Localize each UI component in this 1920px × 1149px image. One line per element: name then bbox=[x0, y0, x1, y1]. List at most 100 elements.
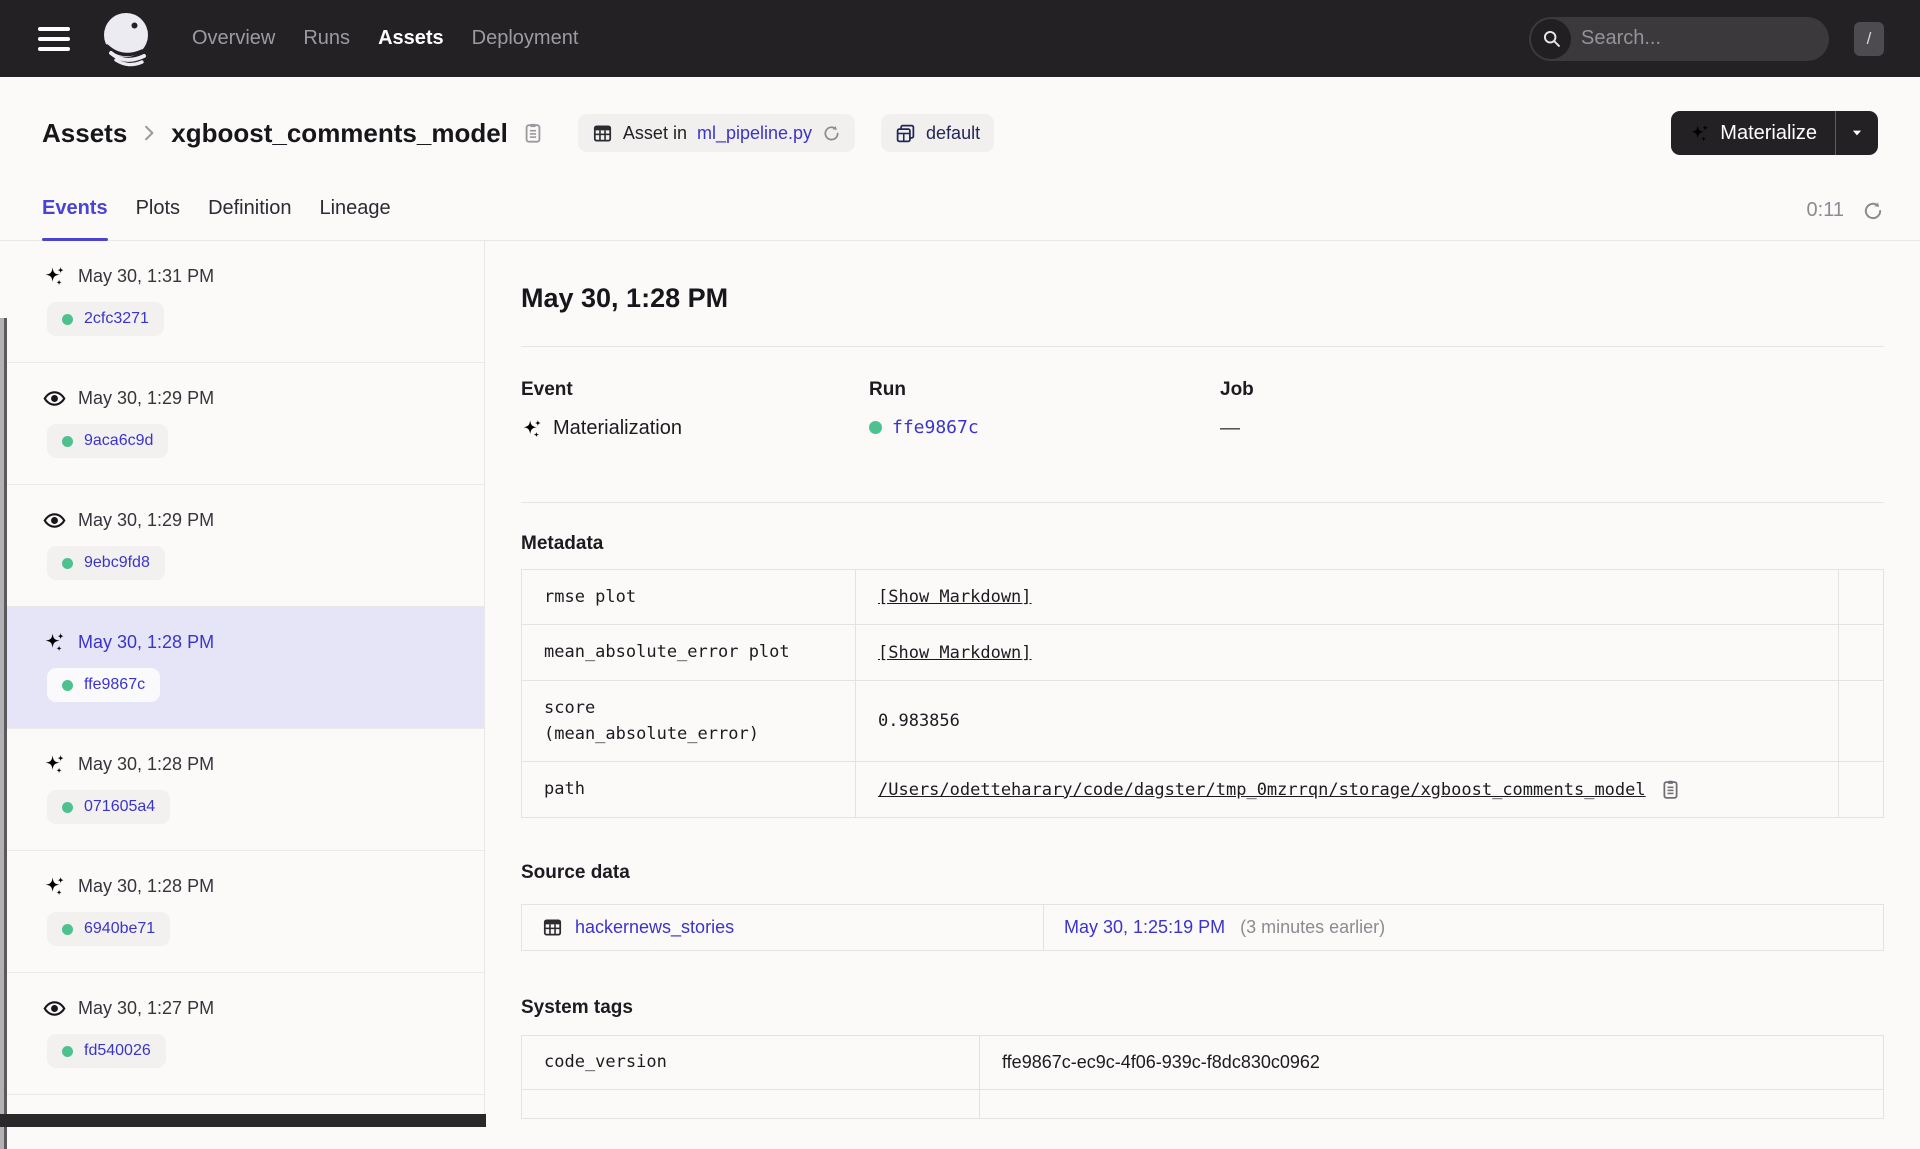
event-list-item[interactable]: May 30, 1:31 PM 2cfc3271 bbox=[7, 241, 484, 363]
run-id-link[interactable]: 2cfc3271 bbox=[84, 310, 149, 328]
materialize-dropdown-button[interactable] bbox=[1836, 111, 1878, 155]
search-icon bbox=[1531, 18, 1571, 59]
run-tag[interactable]: 2cfc3271 bbox=[47, 302, 164, 336]
materialize-button-group: Materialize bbox=[1671, 111, 1878, 155]
metadata-key: rmse plot bbox=[521, 568, 856, 626]
table-icon bbox=[542, 917, 563, 938]
search-input[interactable] bbox=[1573, 27, 1854, 50]
show-markdown-link[interactable]: [Show Markdown] bbox=[878, 587, 1032, 607]
dagster-logo bbox=[98, 10, 156, 68]
run-tag[interactable]: 9aca6c9d bbox=[47, 424, 169, 458]
system-tag-value: ffe9867c-ec9c-4f06-939c-f8dc830c0962 bbox=[979, 1034, 1884, 1090]
run-status-dot bbox=[62, 435, 73, 447]
nav-links: Overview Runs Assets Deployment bbox=[192, 27, 578, 50]
asset-in-label: Asset in bbox=[622, 122, 687, 143]
nav-item-assets[interactable]: Assets bbox=[378, 27, 444, 50]
source-data-table: hackernews_stories May 30, 1:25:19 PM (3… bbox=[521, 903, 1884, 951]
tab-plots[interactable]: Plots bbox=[136, 197, 180, 240]
metadata-value: 0.983856 bbox=[878, 711, 960, 732]
metadata-key: path bbox=[521, 761, 856, 818]
metadata-key: mean_absolute_error plot bbox=[521, 624, 856, 681]
materialization-icon bbox=[521, 418, 543, 440]
breadcrumb-assets[interactable]: Assets bbox=[42, 118, 127, 149]
run-column-label: Run bbox=[869, 379, 906, 400]
asset-location-badge[interactable]: Asset in ml_pipeline.py bbox=[577, 114, 856, 152]
run-tag[interactable]: ffe9867c bbox=[47, 668, 161, 702]
search-shortcut-badge: / bbox=[1854, 21, 1884, 56]
table-row: mean_absolute_error plot [Show Markdown] bbox=[521, 624, 1884, 681]
run-id-link[interactable]: ffe9867c bbox=[892, 417, 979, 438]
tab-events[interactable]: Events bbox=[42, 197, 108, 241]
run-tag[interactable]: fd540026 bbox=[47, 1034, 166, 1068]
table-row: path /Users/odetteharary/code/dagster/tm… bbox=[521, 761, 1884, 818]
source-time-link[interactable]: May 30, 1:25:19 PM bbox=[1064, 917, 1225, 937]
run-id-link[interactable]: 9ebc9fd8 bbox=[84, 554, 150, 572]
search-box[interactable]: / bbox=[1529, 16, 1884, 61]
event-time: May 30, 1:28 PM bbox=[78, 632, 215, 652]
run-tag[interactable]: 071605a4 bbox=[47, 790, 171, 824]
run-status-dot bbox=[62, 679, 73, 691]
chevron-right-icon bbox=[139, 123, 159, 143]
refresh-icon[interactable] bbox=[822, 124, 841, 143]
event-type-value: Materialization bbox=[553, 417, 682, 439]
system-tag-key: code_version bbox=[521, 1034, 980, 1090]
group-label: default bbox=[926, 122, 981, 143]
run-status-dot bbox=[62, 313, 73, 325]
nav-item-deployment[interactable]: Deployment bbox=[472, 27, 579, 50]
run-status-dot bbox=[869, 421, 882, 434]
event-list-item[interactable]: May 30, 1:27 PM fd540026 bbox=[7, 973, 484, 1095]
observation-icon bbox=[43, 387, 66, 410]
run-tag[interactable]: 9ebc9fd8 bbox=[47, 546, 165, 580]
event-column-label: Event bbox=[521, 379, 573, 400]
window-bottom-edge bbox=[0, 1114, 486, 1127]
source-asset-link[interactable]: hackernews_stories bbox=[575, 917, 734, 938]
copy-icon[interactable] bbox=[1660, 779, 1681, 800]
event-time: May 30, 1:28 PM bbox=[78, 754, 215, 774]
event-list-item[interactable]: May 30, 1:29 PM 9ebc9fd8 bbox=[7, 485, 484, 607]
refresh-icon[interactable] bbox=[1862, 200, 1884, 222]
table-icon bbox=[592, 123, 613, 144]
pipeline-file-link[interactable]: ml_pipeline.py bbox=[697, 123, 812, 144]
job-value: — bbox=[1220, 417, 1240, 439]
show-markdown-link[interactable]: [Show Markdown] bbox=[878, 643, 1032, 663]
nav-item-overview[interactable]: Overview bbox=[192, 27, 275, 50]
top-nav: Overview Runs Assets Deployment / bbox=[0, 0, 1920, 77]
event-time: May 30, 1:28 PM bbox=[78, 876, 215, 896]
run-id-link[interactable]: 071605a4 bbox=[84, 798, 155, 816]
event-list-item[interactable]: May 30, 1:28 PM 071605a4 bbox=[7, 729, 484, 851]
event-list-item[interactable]: May 30, 1:28 PM 6940be71 bbox=[7, 851, 484, 973]
source-time-note: (3 minutes earlier) bbox=[1240, 916, 1386, 937]
event-list-item-selected[interactable]: May 30, 1:28 PM ffe9867c bbox=[7, 607, 484, 729]
table-row: hackernews_stories May 30, 1:25:19 PM (3… bbox=[521, 903, 1884, 951]
run-id-link[interactable]: 6940be71 bbox=[84, 920, 155, 938]
path-link[interactable]: /Users/odetteharary/code/dagster/tmp_0mz… bbox=[878, 780, 1646, 800]
job-column-label: Job bbox=[1220, 379, 1254, 400]
event-list-item[interactable]: May 30, 1:29 PM 9aca6c9d bbox=[7, 363, 484, 485]
table-row: score (mean_absolute_error) 0.983856 bbox=[521, 679, 1884, 763]
run-tag[interactable]: 6940be71 bbox=[47, 912, 171, 946]
tab-lineage[interactable]: Lineage bbox=[319, 197, 390, 240]
nav-item-runs[interactable]: Runs bbox=[303, 27, 350, 50]
observation-icon bbox=[43, 509, 66, 532]
source-data-heading: Source data bbox=[521, 861, 630, 883]
group-badge[interactable]: default bbox=[881, 114, 995, 152]
materialization-icon bbox=[43, 753, 66, 776]
table-row: rmse plot [Show Markdown] bbox=[521, 568, 1884, 626]
materialize-button[interactable]: Materialize bbox=[1671, 111, 1835, 155]
run-id-link[interactable]: 9aca6c9d bbox=[84, 432, 153, 450]
system-tags-heading: System tags bbox=[521, 996, 633, 1018]
metadata-heading: Metadata bbox=[521, 533, 604, 554]
run-id-link[interactable]: fd540026 bbox=[84, 1042, 151, 1060]
run-status-dot bbox=[62, 923, 73, 935]
run-status-dot bbox=[62, 801, 73, 813]
copy-icon[interactable] bbox=[522, 122, 544, 144]
tab-definition[interactable]: Definition bbox=[208, 197, 291, 240]
caret-down-icon bbox=[1850, 126, 1864, 140]
breadcrumb-row: Assets xgboost_comments_model Asset in m… bbox=[0, 77, 1920, 155]
hamburger-menu-icon[interactable] bbox=[38, 26, 70, 51]
run-id-link[interactable]: ffe9867c bbox=[84, 676, 145, 694]
event-time: May 30, 1:29 PM bbox=[78, 510, 215, 530]
content-area: May 30, 1:31 PM 2cfc3271 May 30, 1:29 PM… bbox=[0, 241, 1920, 1149]
table-row: code_version ffe9867c-ec9c-4f06-939c-f8d… bbox=[521, 1034, 1884, 1090]
materialize-label: Materialize bbox=[1720, 121, 1817, 144]
